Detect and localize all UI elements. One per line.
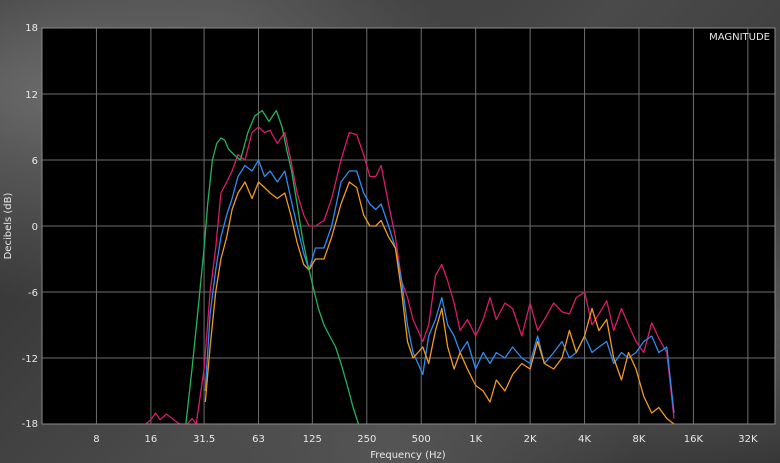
y-tick-label: -6 — [28, 288, 38, 299]
magnitude-chart: 8 16 31.5 63 125 250 500 1K 2K 4K 8K 16K 32K 18 12 6 0 -… — [3, 23, 776, 461]
magnitude-badge: MAGNITUDE — [709, 32, 770, 43]
y-axis-title: Decibels (dB) — [3, 193, 14, 260]
y-tick-label: -12 — [22, 354, 38, 365]
x-tick-label: 16K — [684, 434, 704, 445]
x-tick-label: 31.5 — [193, 434, 215, 445]
x-tick-label: 2K — [524, 434, 537, 445]
x-tick-label: 4K — [578, 434, 591, 445]
y-tick-label: -18 — [22, 419, 38, 430]
x-tick-labels: 8 16 31.5 63 125 250 500 1K 2K 4K 8K 16K 32K — [93, 434, 758, 445]
x-tick-label: 500 — [412, 434, 431, 445]
y-tick-label: 18 — [25, 23, 38, 34]
x-tick-label: 8K — [633, 434, 646, 445]
y-tick-label: 6 — [32, 156, 38, 167]
y-tick-label: 0 — [32, 222, 38, 233]
x-axis-title: Frequency (Hz) — [370, 450, 446, 461]
x-tick-label: 32K — [738, 434, 758, 445]
x-tick-label: 63 — [252, 434, 265, 445]
x-tick-label: 1K — [469, 434, 482, 445]
x-tick-label: 125 — [303, 434, 322, 445]
x-tick-label: 8 — [93, 434, 99, 445]
x-tick-label: 250 — [357, 434, 376, 445]
y-tick-label: 12 — [25, 90, 38, 101]
y-tick-labels: 18 12 6 0 -6 -12 -18 — [22, 23, 38, 430]
x-tick-label: 16 — [145, 434, 158, 445]
